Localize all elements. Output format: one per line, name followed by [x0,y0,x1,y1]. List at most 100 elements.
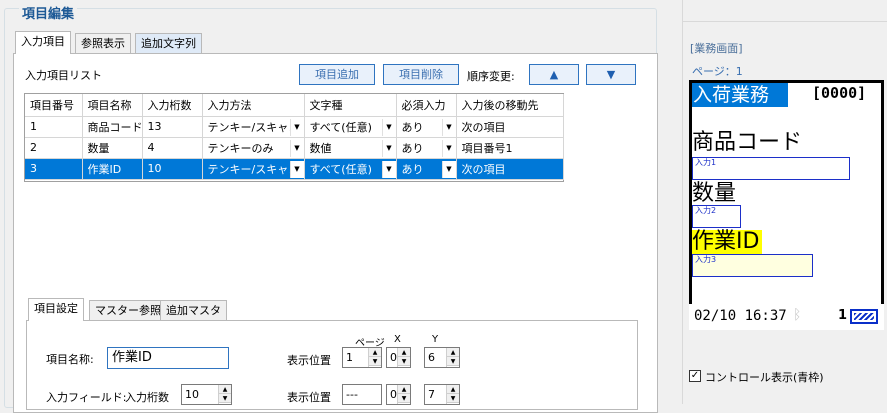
spin-up-icon[interactable]: ▲ [447,348,459,357]
chevron-down-icon[interactable]: ▼ [289,118,303,136]
tab-item-settings[interactable]: 項目設定 [28,298,84,321]
item-name-input[interactable]: 作業ID [107,347,229,369]
tab-master-reference[interactable]: マスター参照 [89,300,167,321]
chevron-down-icon[interactable]: ▼ [441,160,455,178]
tab-additional-master[interactable]: 追加マスタ [160,300,227,321]
cell-required[interactable]: あり ▼ [396,137,457,159]
col-header-char-type[interactable]: 文字種 [304,94,397,117]
col-header-required[interactable]: 必須入力 [396,94,457,117]
display-position2-label: 表示位置 [287,391,331,404]
device-screen: 入荷業務 [0000] 商品コード 入力1 数量 入力2 作業ID 入力3 [692,83,881,307]
table-row[interactable]: 1 商品コード 13 テンキー/スキャン ▼ すべて(任意) ▼ あり ▼ 次の項目 [25,116,564,138]
battery-icon [850,309,878,324]
cell-required-value: あり [401,120,424,134]
cell-input-method[interactable]: テンキー/スキャン ▼ [202,158,305,180]
display-position-label: 表示位置 [287,354,331,367]
chevron-down-icon[interactable]: ▼ [289,139,303,157]
y-stepper[interactable]: 6 ▲ ▼ [424,347,460,368]
spin-up-icon[interactable]: ▲ [447,385,459,394]
col-header-digits[interactable]: 入力桁数 [142,94,203,117]
cell-input-method-value: テンキーのみ [207,141,274,155]
spin-down-icon[interactable]: ▼ [447,357,459,366]
bluetooth-icon: ᛒ [793,307,802,323]
col-header-item-no[interactable]: 項目番号 [25,94,83,117]
grid-header-row: 項目番号 項目名称 入力桁数 入力方法 文字種 必須入力 入力後の移動先 [25,94,564,117]
chevron-down-icon[interactable]: ▼ [441,139,455,157]
screen-input3-box[interactable]: 入力3 [692,254,813,277]
screen-input1-box[interactable]: 入力1 [692,157,850,180]
cell-required-value: あり [401,162,424,176]
x-value: 0 [390,351,397,364]
down-arrow-icon: ▼ [606,68,616,81]
digits-value: 10 [185,388,199,401]
page-indicator: ページ：1 [692,65,743,78]
page-stepper[interactable]: 1 ▲ ▼ [342,347,382,368]
input-field-label: 入力フィールド: [46,391,127,404]
cell-item-no[interactable]: 2 [25,137,83,159]
cell-input-method[interactable]: テンキー/スキャン ▼ [202,116,305,138]
col-header-input-method[interactable]: 入力方法 [202,94,305,117]
chevron-down-icon[interactable]: ▼ [381,118,395,136]
cell-item-name[interactable]: 数量 [82,137,143,159]
x-stepper[interactable]: 0 ▲ ▼ [386,347,411,368]
table-row-selected[interactable]: 3 作業ID 10 テンキー/スキャン ▼ すべて(任意) ▼ あり ▼ 次の項目 [25,158,564,180]
chevron-down-icon[interactable]: ▼ [289,160,303,178]
order-change-label: 順序変更: [467,70,515,83]
cell-char-type[interactable]: すべて(任意) ▼ [304,116,397,138]
cell-item-name[interactable]: 作業ID [82,158,143,180]
chevron-down-icon[interactable]: ▼ [441,118,455,136]
page2-value: --- [346,388,358,401]
group-title: 項目編集 [19,8,78,22]
spin-down-icon[interactable]: ▼ [398,394,410,403]
tab-input-items[interactable]: 入力項目 [15,31,71,54]
spin-down-icon[interactable]: ▼ [219,394,231,403]
spin-down-icon[interactable]: ▼ [447,394,459,403]
y2-stepper[interactable]: 7 ▲ ▼ [424,384,460,405]
status-time: 02/10 16:37 [694,308,787,324]
screen-input2-box[interactable]: 入力2 [692,205,741,228]
cell-next-dest[interactable]: 項目番号1 [456,137,564,159]
cell-item-name[interactable]: 商品コード [82,116,143,138]
screen-item3-label: 作業ID [692,230,763,254]
spin-up-icon[interactable]: ▲ [369,348,381,357]
move-down-button[interactable]: ▼ [586,64,636,85]
cell-required[interactable]: あり ▼ [396,158,457,180]
cell-digits[interactable]: 13 [142,116,203,138]
cell-char-type-value: すべて(任意) [309,162,372,176]
control-display-label: コントロール表示(青枠) [705,371,824,384]
chevron-down-icon[interactable]: ▼ [381,139,395,157]
spin-up-icon[interactable]: ▲ [398,385,410,394]
status-bar: 02/10 16:37 ᛒ 1 [689,304,884,330]
table-row[interactable]: 2 数量 4 テンキーのみ ▼ 数値 ▼ あり ▼ 項目番号1 [25,137,564,159]
col-header-next-dest[interactable]: 入力後の移動先 [456,94,564,117]
page2-stepper[interactable]: --- [342,384,382,405]
control-display-checkbox[interactable]: ✓ [689,370,701,382]
cell-item-no[interactable]: 1 [25,116,83,138]
tab-reference-display[interactable]: 参照表示 [75,33,131,54]
add-item-button[interactable]: 項目追加 [299,64,375,85]
cell-char-type[interactable]: 数値 ▼ [304,137,397,159]
tab-additional-strings[interactable]: 追加文字列 [135,33,202,54]
spin-down-icon[interactable]: ▼ [369,357,381,366]
cell-char-type[interactable]: すべて(任意) ▼ [304,158,397,180]
col-header-item-name[interactable]: 項目名称 [82,94,143,117]
chevron-down-icon[interactable]: ▼ [381,160,395,178]
screen-item1-label: 商品コード [692,130,803,155]
screen-title: 入荷業務 [692,83,788,107]
digits-stepper[interactable]: 10 ▲ ▼ [181,384,232,405]
x2-stepper[interactable]: 0 ▲ ▼ [386,384,411,405]
cell-next-dest[interactable]: 次の項目 [456,158,564,180]
cell-digits[interactable]: 4 [142,137,203,159]
item-list-title: 入力項目リスト [25,69,102,82]
spin-down-icon[interactable]: ▼ [398,357,410,366]
item-name-label: 項目名称: [46,353,94,366]
cell-input-method[interactable]: テンキーのみ ▼ [202,137,305,159]
spin-up-icon[interactable]: ▲ [398,348,410,357]
cell-next-dest[interactable]: 次の項目 [456,116,564,138]
cell-item-no[interactable]: 3 [25,158,83,180]
cell-required[interactable]: あり ▼ [396,116,457,138]
move-up-button[interactable]: ▲ [529,64,579,85]
delete-item-button[interactable]: 項目削除 [383,64,459,85]
cell-digits[interactable]: 10 [142,158,203,180]
spin-up-icon[interactable]: ▲ [219,385,231,394]
